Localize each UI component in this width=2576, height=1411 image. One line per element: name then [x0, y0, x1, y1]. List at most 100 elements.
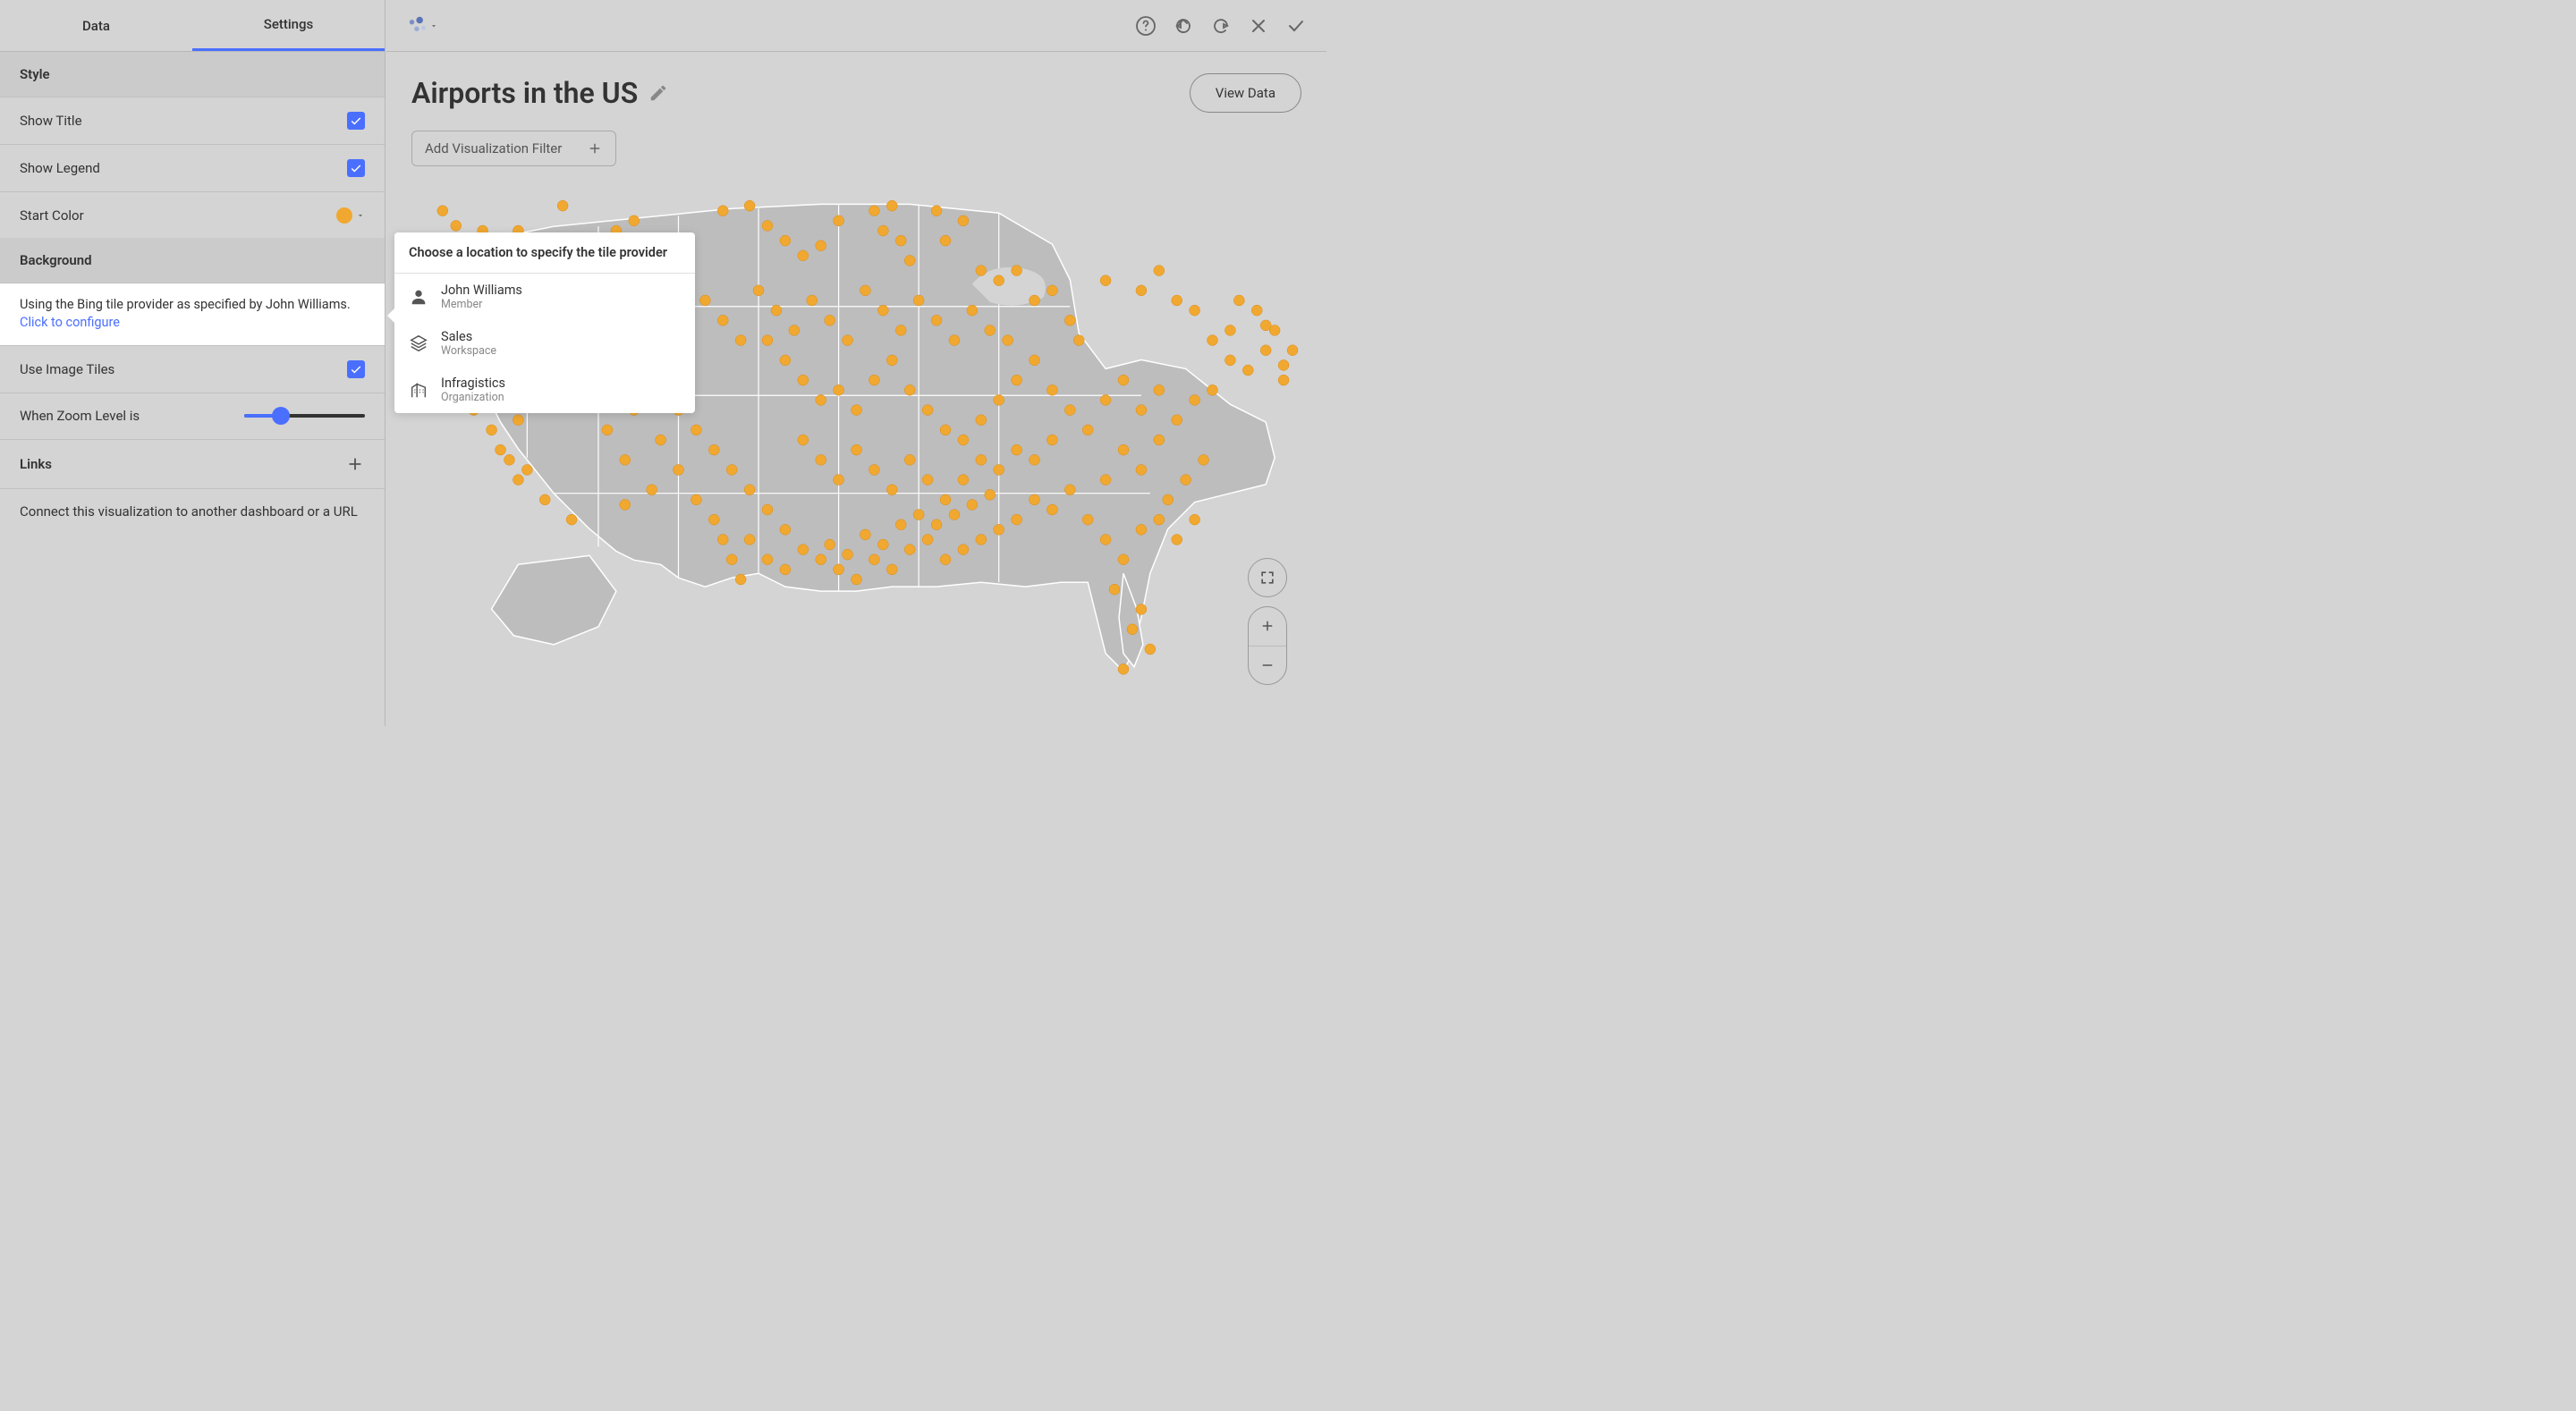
map-marker[interactable]: [869, 206, 879, 216]
map-marker[interactable]: [1046, 435, 1057, 445]
map-marker[interactable]: [726, 554, 737, 565]
map-marker[interactable]: [1154, 266, 1165, 276]
map-marker[interactable]: [913, 510, 924, 520]
map-marker[interactable]: [539, 494, 550, 505]
confirm-icon[interactable]: [1285, 15, 1307, 37]
map-marker[interactable]: [1251, 305, 1262, 316]
map-marker[interactable]: [1046, 285, 1057, 296]
map-marker[interactable]: [1287, 345, 1298, 356]
zoom-slider[interactable]: [244, 414, 365, 418]
map-marker[interactable]: [940, 554, 951, 565]
map-marker[interactable]: [1046, 504, 1057, 515]
map-marker[interactable]: [496, 444, 506, 455]
map-marker[interactable]: [735, 574, 746, 585]
map-marker[interactable]: [852, 444, 862, 455]
map-marker[interactable]: [1190, 305, 1200, 316]
map-marker[interactable]: [967, 499, 978, 510]
map-marker[interactable]: [1136, 285, 1147, 296]
map-marker[interactable]: [780, 524, 791, 535]
map-marker[interactable]: [985, 489, 996, 500]
map-marker[interactable]: [869, 554, 879, 565]
map-marker[interactable]: [869, 375, 879, 385]
map-marker[interactable]: [1181, 475, 1191, 486]
map-marker[interactable]: [1145, 644, 1156, 655]
map-marker[interactable]: [994, 275, 1004, 286]
map-marker[interactable]: [1260, 320, 1271, 331]
map-marker[interactable]: [834, 564, 844, 575]
map-marker[interactable]: [691, 425, 701, 435]
add-filter-button[interactable]: Add Visualization Filter: [411, 131, 616, 166]
map-marker[interactable]: [620, 499, 631, 510]
zoom-out-button[interactable]: [1249, 646, 1286, 685]
map-marker[interactable]: [1154, 435, 1165, 445]
map-marker[interactable]: [1082, 514, 1093, 525]
map-marker[interactable]: [521, 464, 532, 475]
edit-title-button[interactable]: [648, 83, 668, 103]
map-marker[interactable]: [1154, 514, 1165, 525]
map-marker[interactable]: [877, 539, 888, 550]
visualization-type-picker[interactable]: [406, 14, 438, 38]
map-marker[interactable]: [994, 394, 1004, 405]
map-marker[interactable]: [1278, 359, 1289, 370]
map-marker[interactable]: [1118, 375, 1129, 385]
map-marker[interactable]: [1030, 454, 1040, 465]
map-marker[interactable]: [949, 335, 960, 346]
map-marker[interactable]: [816, 454, 826, 465]
map-marker[interactable]: [744, 485, 755, 495]
undo-icon[interactable]: [1173, 15, 1194, 37]
map-marker[interactable]: [1100, 475, 1111, 486]
map-marker[interactable]: [717, 206, 728, 216]
map-marker[interactable]: [789, 325, 800, 335]
map-marker[interactable]: [753, 285, 764, 296]
map-marker[interactable]: [976, 415, 987, 426]
map-marker[interactable]: [904, 454, 915, 465]
map-marker[interactable]: [895, 325, 906, 335]
map-marker[interactable]: [1172, 295, 1182, 306]
show-legend-checkbox[interactable]: [347, 159, 365, 177]
map-marker[interactable]: [780, 235, 791, 246]
map-marker[interactable]: [487, 425, 497, 435]
map-marker[interactable]: [852, 574, 862, 585]
map-marker[interactable]: [1012, 266, 1022, 276]
map-marker[interactable]: [886, 355, 897, 366]
map-marker[interactable]: [1100, 275, 1111, 286]
map-marker[interactable]: [834, 384, 844, 395]
map-marker[interactable]: [1136, 405, 1147, 416]
show-title-checkbox[interactable]: [347, 112, 365, 130]
start-color-picker[interactable]: [336, 207, 365, 224]
map-marker[interactable]: [1163, 494, 1174, 505]
map-marker[interactable]: [807, 295, 818, 306]
map-marker[interactable]: [922, 405, 933, 416]
map-marker[interactable]: [708, 444, 719, 455]
view-data-button[interactable]: View Data: [1190, 73, 1301, 113]
map-marker[interactable]: [629, 215, 640, 226]
map-marker[interactable]: [904, 255, 915, 266]
map-marker[interactable]: [1136, 604, 1147, 614]
map-marker[interactable]: [825, 539, 835, 550]
map-marker[interactable]: [886, 485, 897, 495]
map-marker[interactable]: [958, 545, 969, 555]
help-icon[interactable]: [1135, 15, 1157, 37]
map-marker[interactable]: [1064, 405, 1075, 416]
map-marker[interactable]: [931, 206, 942, 216]
map-marker[interactable]: [798, 435, 809, 445]
map-marker[interactable]: [602, 425, 613, 435]
map-marker[interactable]: [1242, 365, 1253, 376]
map-marker[interactable]: [762, 335, 773, 346]
map-marker[interactable]: [1030, 295, 1040, 306]
map-marker[interactable]: [798, 250, 809, 261]
popover-item-organization[interactable]: Infragistics Organization: [394, 367, 695, 413]
map-marker[interactable]: [958, 435, 969, 445]
map-marker[interactable]: [816, 394, 826, 405]
map-marker[interactable]: [940, 235, 951, 246]
map-marker[interactable]: [1073, 335, 1084, 346]
map-marker[interactable]: [816, 554, 826, 565]
map-marker[interactable]: [780, 355, 791, 366]
map-marker[interactable]: [1030, 494, 1040, 505]
map-marker[interactable]: [949, 510, 960, 520]
map-marker[interactable]: [895, 235, 906, 246]
map-marker[interactable]: [904, 384, 915, 395]
map-marker[interactable]: [744, 200, 755, 211]
map-marker[interactable]: [860, 529, 870, 540]
map-marker[interactable]: [852, 405, 862, 416]
